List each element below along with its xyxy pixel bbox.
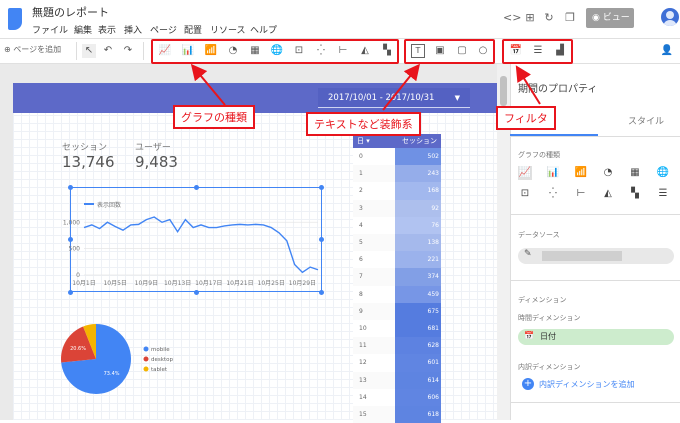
annotation-text-decor: テキストなど装飾系 [306,112,421,136]
annotation-graph-types: グラフの種類 [173,105,255,129]
annotation-filter: フィルタ [496,106,556,130]
annotation-arrows [190,63,541,111]
